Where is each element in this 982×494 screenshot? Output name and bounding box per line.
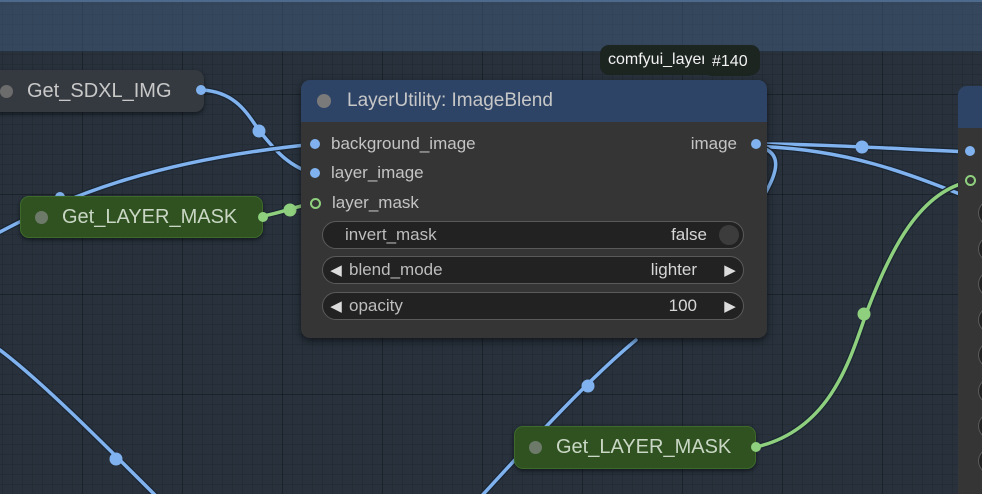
widget-value: lighter [650,260,697,279]
get-layer-mask-node-bottom[interactable]: Get_LAYER_MASK [514,426,756,469]
invert-mask-toggle[interactable]: invert_mask false [322,221,744,249]
opacity-number[interactable]: ◀ opacity 100 ▶ [322,292,744,320]
node-title-bar[interactable] [958,86,982,128]
widget-row[interactable] [978,236,982,262]
input-background-image[interactable]: background_image [310,134,476,154]
get-sdxl-img-node[interactable]: Get_SDXL_IMG [0,70,204,112]
node-collapse-dot[interactable] [529,441,542,454]
widget-label: opacity [349,296,403,315]
get-layer-mask-node-left[interactable]: Get_LAYER_MASK [20,196,263,238]
widget-value: false [671,225,707,244]
node-label: Get_SDXL_IMG [27,79,172,102]
input-label: layer_mask [332,193,419,212]
input-label: layer_image [331,163,424,182]
input-layer-mask[interactable]: layer_mask [310,193,419,213]
input-slot[interactable] [965,146,975,156]
node-collapse-dot[interactable] [317,94,331,108]
input-slot[interactable] [965,175,976,186]
node-id-text: #140 [712,53,748,70]
get-layer-mask-left-output-slot[interactable] [258,212,268,222]
node-title-bar[interactable]: LayerUtility: ImageBlend [301,80,767,122]
node-id-badge: #140 [704,48,756,76]
widget-row[interactable] [978,448,982,474]
image-blend-node[interactable]: LayerUtility: ImageBlend background_imag… [301,80,767,338]
output-label: image [690,134,737,153]
link-image-out-right-2 [750,143,982,207]
widget-value: 100 [668,296,697,315]
input-layer-image[interactable]: layer_image [310,163,424,183]
widget-label: invert_mask [345,225,437,244]
widget-row[interactable] [978,200,982,226]
partial-node-right[interactable] [958,86,982,494]
widget-row[interactable] [978,378,982,404]
arrow-left-icon[interactable]: ◀ [323,297,349,315]
toggle-knob-icon [719,225,739,245]
get-layer-mask-bottom-output-slot[interactable] [751,442,761,452]
input-slot[interactable] [310,139,320,149]
widget-row[interactable] [978,342,982,368]
arrow-left-icon[interactable]: ◀ [323,261,349,279]
node-label: Get_LAYER_MASK [556,436,732,458]
widget-label: blend_mode [349,260,443,279]
output-slot[interactable] [751,139,761,149]
output-image[interactable]: image [691,134,761,154]
get-sdxl-img-output-slot[interactable] [196,85,206,95]
node-title: LayerUtility: ImageBlend [347,90,553,111]
node-collapse-dot[interactable] [0,84,13,98]
input-label: background_image [331,134,476,153]
node-label: Get_LAYER_MASK [62,205,238,228]
arrow-right-icon[interactable]: ▶ [717,261,743,279]
widget-row[interactable] [978,307,982,333]
arrow-right-icon[interactable]: ▶ [717,297,743,315]
blend-mode-combo[interactable]: ◀ blend_mode lighter ▶ [322,256,744,284]
widget-row[interactable] [978,271,982,297]
node-graph-canvas[interactable]: Get_SDXL_IMG Get_LAYER_MASK Get_LAYER_MA… [0,0,982,494]
node-collapse-dot[interactable] [35,210,48,224]
widget-row[interactable] [978,413,982,439]
input-slot[interactable] [310,197,321,209]
input-slot[interactable] [310,168,320,178]
